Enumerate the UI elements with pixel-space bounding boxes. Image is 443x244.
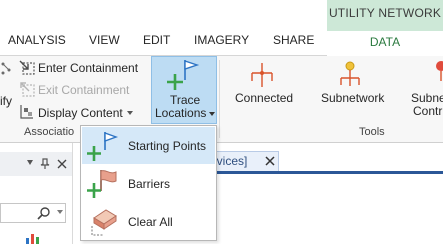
menu-item-starting-points[interactable]: Starting Points [82,127,215,164]
close-icon[interactable] [57,159,67,169]
menu-item-label: Clear All [128,215,173,229]
association-group-label: Associatio [24,126,75,138]
tab-data[interactable]: DATA [327,35,443,49]
chart-icon[interactable] [24,233,44,244]
pane-options-chevron-icon[interactable] [27,160,33,168]
connected-trace-icon[interactable] [249,61,275,89]
identify-icon[interactable] [0,60,12,76]
tools-group-label: Tools [359,126,385,138]
display-content-label[interactable]: Display Content [38,106,123,120]
subnetwork-controllers-label-line2[interactable]: Contr [413,104,442,118]
trace-locations-label-line1: Trace [170,93,201,107]
barrier-flag-icon [87,170,117,198]
identify-label[interactable]: ify [0,94,12,108]
exit-containment-label: Exit Containment [38,83,130,97]
pin-icon[interactable] [40,158,50,170]
close-tab-icon[interactable] [265,156,275,166]
display-content-icon[interactable] [19,104,35,120]
enter-containment-icon[interactable] [19,59,35,75]
contextual-tab-group-title: UTILITY NETWORK [328,6,442,20]
tab-view[interactable]: VIEW [89,33,120,47]
menu-item-label: Barriers [128,177,171,191]
trace-locations-menu: Starting Points Barriers Clear All [80,125,217,241]
tab-analysis[interactable]: ANALYSIS [8,33,66,47]
trace-locations-icon [167,60,200,90]
starting-point-flag-icon [87,132,119,161]
chevron-down-icon[interactable] [57,210,63,214]
map-view[interactable] [216,174,443,244]
subnetwork-controllers-label-line1[interactable]: Subne [411,91,443,105]
chevron-down-icon[interactable] [127,111,133,115]
group-separator [219,60,220,138]
menu-item-clear-all[interactable]: Clear All [82,202,215,239]
tab-imagery[interactable]: IMAGERY [194,33,249,47]
tab-edit[interactable]: EDIT [143,33,170,47]
eraser-icon [91,209,117,236]
chevron-down-icon[interactable] [209,112,215,116]
menu-item-barriers[interactable]: Barriers [82,164,215,201]
enter-containment-label[interactable]: Enter Containment [38,61,138,75]
tab-share[interactable]: SHARE [273,33,314,47]
search-icon[interactable] [37,206,51,220]
subnetwork-label[interactable]: Subnetwork [321,91,384,105]
connected-label[interactable]: Connected [235,91,293,105]
trace-locations-label-line2: Locations [155,106,207,120]
subnetwork-trace-icon[interactable] [337,59,363,89]
menu-item-label: Starting Points [128,139,207,153]
exit-containment-icon [20,82,35,97]
subnetwork-controllers-icon[interactable] [432,59,443,81]
